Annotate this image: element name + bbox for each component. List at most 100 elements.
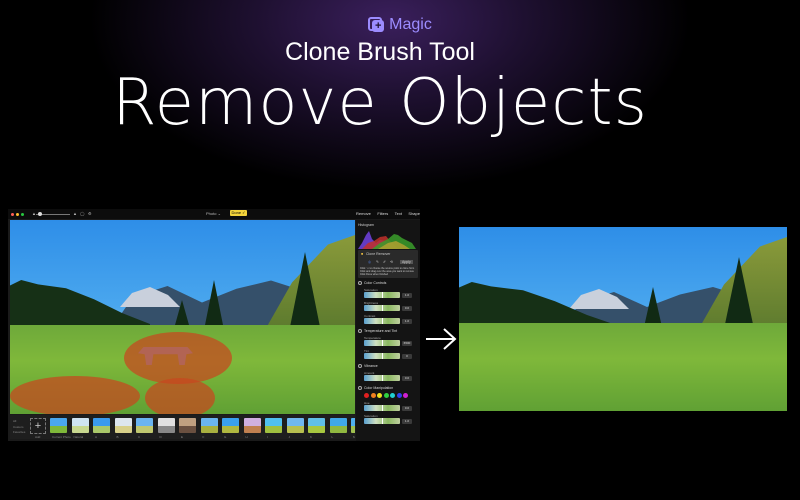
slider-handle[interactable] — [382, 292, 383, 298]
photo-menu[interactable]: Photo ⌄ — [206, 211, 221, 216]
fit-icon[interactable]: ◯ — [80, 211, 84, 216]
stamp-icon[interactable]: ■ — [361, 252, 363, 256]
apply-button[interactable]: Apply — [400, 260, 413, 264]
slider-handle[interactable] — [382, 405, 383, 411]
slider-handle[interactable] — [382, 305, 383, 311]
filter-thumbnail[interactable] — [136, 418, 153, 433]
filter-name: C — [138, 435, 141, 439]
slider-value-field[interactable]: 0.0 — [402, 375, 412, 381]
filter-name: J — [288, 435, 291, 439]
color-swatch[interactable] — [390, 393, 395, 398]
slider-handle[interactable] — [382, 340, 383, 346]
adjustment-slider[interactable] — [364, 353, 400, 359]
hero-title: Remove Objects — [112, 66, 648, 140]
color-swatch[interactable] — [396, 393, 402, 398]
tab-text[interactable]: Text — [395, 211, 402, 216]
zoom-slider-handle[interactable] — [38, 212, 42, 216]
section-toggle-icon[interactable] — [358, 329, 362, 333]
reset-icon[interactable]: ⟲ — [390, 260, 393, 264]
slider-handle[interactable] — [382, 318, 383, 324]
instruction-3: Click Done when finished — [360, 273, 389, 276]
color-swatch[interactable] — [403, 393, 408, 398]
filter-strip: All Custom Favorites + Add Current Photo… — [10, 415, 355, 439]
color-swatch[interactable] — [377, 393, 382, 398]
adjustments-panel: Histogram Clone Remover ■ ◎ ✎ ✐ ⟲ Apply … — [356, 220, 420, 441]
filter-name: K — [310, 435, 313, 439]
color-swatch[interactable] — [383, 393, 389, 398]
tab-shape[interactable]: Shape — [408, 211, 420, 216]
section-header[interactable]: Color Controls — [358, 281, 386, 285]
magic-sparkle-icon — [368, 17, 385, 33]
slider-value-field[interactable]: 1.0 — [402, 418, 412, 424]
filter-thumbnail[interactable] — [93, 418, 110, 433]
add-filter-button[interactable]: + — [30, 418, 46, 434]
filter-side-favorites[interactable]: Favorites — [13, 430, 25, 434]
slider-handle[interactable] — [382, 353, 383, 359]
magic-label: Magic — [389, 16, 432, 33]
slider-value-field[interactable]: 1.0 — [402, 318, 412, 324]
filter-name: L — [331, 435, 334, 439]
filter-thumbnail[interactable] — [50, 418, 67, 433]
editing-canvas[interactable] — [10, 220, 355, 414]
zoom-in-icon[interactable]: ▲ — [73, 211, 77, 216]
filter-thumbnail[interactable] — [308, 418, 325, 433]
filter-thumbnail[interactable] — [286, 418, 304, 433]
minimize-window-button[interactable] — [16, 213, 19, 216]
filter-thumbnail[interactable] — [222, 418, 239, 433]
section-title: Vibrance — [364, 364, 378, 368]
adjustment-slider[interactable] — [364, 405, 400, 411]
adjustment-slider[interactable] — [364, 292, 400, 298]
eraser-icon[interactable]: ✐ — [383, 260, 386, 264]
filter-thumbnail[interactable] — [179, 418, 196, 433]
adjustment-slider[interactable] — [364, 340, 400, 346]
section-toggle-icon[interactable] — [358, 281, 362, 285]
slider-handle[interactable] — [382, 375, 383, 381]
color-swatch[interactable] — [364, 393, 369, 398]
adjustment-slider[interactable] — [364, 318, 400, 324]
brush-size-icon[interactable]: ◎ — [368, 260, 371, 264]
brush-icon[interactable]: ✎ — [376, 260, 379, 264]
zoom-window-button[interactable] — [21, 213, 24, 216]
filter-side-custom[interactable]: Custom — [13, 425, 23, 429]
filter-thumbnail[interactable] — [265, 418, 282, 433]
color-swatch[interactable] — [370, 393, 376, 398]
adjustment-slider[interactable] — [364, 375, 400, 381]
filter-thumbnail[interactable] — [157, 418, 175, 433]
filter-thumbnail[interactable] — [114, 418, 132, 433]
slider-value-field[interactable]: 6500 — [402, 340, 412, 346]
close-window-button[interactable] — [11, 213, 14, 216]
settings-icon[interactable]: ⚙ — [88, 211, 92, 216]
section-header[interactable]: Temperature and Tint — [358, 329, 397, 333]
slider-value-field[interactable]: 0.0 — [402, 405, 412, 411]
adjustment-slider[interactable] — [364, 418, 400, 424]
slider-value-field[interactable]: 0 — [402, 353, 412, 359]
filter-name: I — [267, 435, 268, 439]
clone-remover-tool: Clone Remover ■ ◎ ✎ ✐ ⟲ Apply Click ⌥ to… — [358, 250, 418, 278]
slider-handle[interactable] — [382, 418, 383, 424]
tab-filters[interactable]: Filters — [377, 211, 388, 216]
filter-side-all[interactable]: All — [13, 419, 16, 423]
section-toggle-icon[interactable] — [358, 386, 362, 390]
filter-thumbnail[interactable] — [200, 418, 218, 433]
histogram-label: Histogram — [358, 223, 374, 227]
done-button[interactable]: Done ✓ — [230, 210, 247, 216]
filter-thumbnail[interactable] — [329, 418, 347, 433]
adjustment-slider[interactable] — [364, 305, 400, 311]
slider-value-field[interactable]: 0.0 — [402, 305, 412, 311]
filter-thumbnail[interactable] — [243, 418, 261, 433]
section-title: Color Controls — [364, 281, 387, 285]
section-header[interactable]: Color Manipulation — [358, 386, 393, 390]
filter-thumbnail[interactable] — [351, 418, 355, 433]
filter-thumbnail[interactable] — [71, 418, 89, 433]
section-toggle-icon[interactable] — [358, 364, 362, 368]
filter-name: F — [202, 435, 205, 439]
slider-value-field[interactable]: 1.0 — [402, 292, 412, 298]
filter-name: A — [95, 435, 98, 439]
right-tabs: Remove Filters Text Shape — [356, 211, 420, 216]
filter-name: B — [116, 435, 119, 439]
clone-brush-mask — [10, 376, 140, 414]
filter-name: D — [159, 435, 162, 439]
filter-name: H — [245, 435, 248, 439]
tab-remove[interactable]: Remove — [356, 211, 371, 216]
section-header[interactable]: Vibrance — [358, 364, 378, 368]
